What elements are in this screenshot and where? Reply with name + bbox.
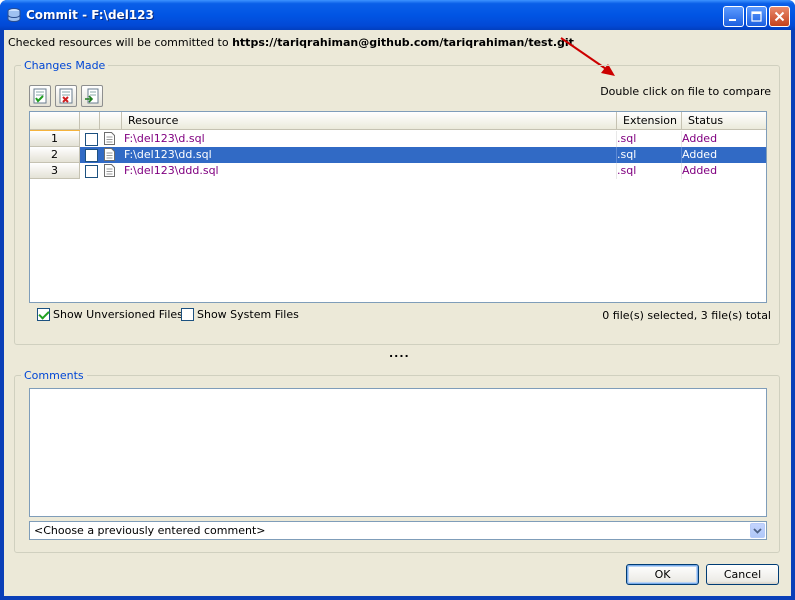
row-checkbox[interactable] bbox=[85, 149, 98, 162]
minimize-icon bbox=[729, 19, 736, 21]
repository-url: https://tariqrahiman@github.com/tariqrah… bbox=[232, 36, 574, 49]
extension-header[interactable]: Extension bbox=[617, 112, 682, 130]
dialog-body: Checked resources will be committed to h… bbox=[4, 30, 791, 596]
row-number: 2 bbox=[30, 147, 80, 163]
combo-text: <Choose a previously entered comment> bbox=[34, 524, 266, 537]
database-icon bbox=[7, 8, 21, 23]
row-cells[interactable]: F:\del123\dd.sql .sql Added bbox=[80, 147, 766, 163]
table-row[interactable]: 3 F:\del123\ddd.sql .sql Added bbox=[30, 163, 766, 179]
row-cells[interactable]: F:\del123\d.sql .sql Added bbox=[80, 131, 766, 147]
show-unversioned-toggle[interactable]: Show Unversioned Files bbox=[37, 308, 183, 321]
refresh-button[interactable] bbox=[81, 85, 103, 107]
status-cell: Added bbox=[682, 164, 718, 177]
ok-button[interactable]: OK bbox=[626, 564, 699, 585]
title-bar[interactable]: Commit - F:\del123 bbox=[0, 0, 795, 30]
window-title: Commit - F:\del123 bbox=[26, 8, 154, 22]
changes-table[interactable]: Resource Extension Status 1 F:\del123\d.… bbox=[29, 111, 767, 303]
show-system-label: Show System Files bbox=[197, 308, 299, 321]
extension-cell: .sql bbox=[617, 132, 637, 145]
changes-made-legend: Changes Made bbox=[21, 59, 109, 72]
show-system-toggle[interactable]: Show System Files bbox=[181, 308, 299, 321]
icon-header bbox=[100, 112, 122, 130]
status-cell: Added bbox=[682, 132, 718, 145]
row-cells[interactable]: F:\del123\ddd.sql .sql Added bbox=[80, 163, 766, 179]
resource-header[interactable]: Resource bbox=[122, 112, 617, 130]
comments-textarea[interactable] bbox=[29, 388, 767, 517]
show-unversioned-label: Show Unversioned Files bbox=[53, 308, 183, 321]
previous-comments-combo[interactable]: <Choose a previously entered comment> bbox=[29, 521, 767, 540]
uncheck-all-icon bbox=[59, 88, 73, 104]
row-number-header bbox=[30, 112, 80, 130]
file-icon bbox=[104, 132, 115, 145]
extension-cell: .sql bbox=[617, 164, 637, 177]
maximize-icon bbox=[751, 11, 762, 22]
panel-splitter[interactable]: .... bbox=[389, 347, 410, 360]
resource-cell: F:\del123\ddd.sql bbox=[124, 164, 219, 177]
info-prefix: Checked resources will be committed to bbox=[8, 36, 233, 49]
row-number: 1 bbox=[30, 131, 80, 147]
show-system-checkbox[interactable] bbox=[181, 308, 194, 321]
close-icon bbox=[774, 11, 785, 22]
commit-info: Checked resources will be committed to h… bbox=[8, 36, 574, 49]
uncheck-all-button[interactable] bbox=[55, 85, 77, 107]
maximize-button[interactable] bbox=[746, 6, 767, 27]
extension-cell: .sql bbox=[617, 148, 637, 161]
minimize-button[interactable] bbox=[723, 6, 744, 27]
show-unversioned-checkbox[interactable] bbox=[37, 308, 50, 321]
refresh-icon bbox=[85, 88, 99, 104]
selection-summary: 0 file(s) selected, 3 file(s) total bbox=[602, 309, 771, 322]
changes-made-group: Changes Made Double click on file to com… bbox=[14, 59, 780, 345]
check-all-icon bbox=[33, 88, 47, 104]
commit-window: Commit - F:\del123 Checked resources wil… bbox=[0, 0, 795, 600]
table-header: Resource Extension Status bbox=[30, 112, 766, 130]
file-icon bbox=[104, 164, 115, 177]
cancel-button[interactable]: Cancel bbox=[706, 564, 779, 585]
resource-cell: F:\del123\d.sql bbox=[124, 132, 205, 145]
status-header[interactable]: Status bbox=[682, 112, 766, 130]
status-cell: Added bbox=[682, 148, 718, 161]
combo-dropdown-button[interactable] bbox=[750, 523, 765, 538]
comments-legend: Comments bbox=[21, 369, 87, 382]
close-button[interactable] bbox=[769, 6, 790, 27]
comments-group: Comments <Choose a previously entered co… bbox=[14, 369, 780, 553]
chevron-down-icon bbox=[753, 527, 762, 534]
row-checkbox[interactable] bbox=[85, 133, 98, 146]
file-icon bbox=[104, 148, 115, 161]
row-checkbox[interactable] bbox=[85, 165, 98, 178]
check-all-button[interactable] bbox=[29, 85, 51, 107]
compare-hint: Double click on file to compare bbox=[600, 85, 771, 98]
table-row[interactable]: 1 F:\del123\d.sql .sql Added bbox=[30, 131, 766, 147]
resource-cell: F:\del123\dd.sql bbox=[124, 148, 212, 161]
row-number: 3 bbox=[30, 163, 80, 179]
checkbox-header[interactable] bbox=[80, 112, 100, 130]
table-row-selected[interactable]: 2 F:\del123\dd.sql .sql Added bbox=[30, 147, 766, 163]
